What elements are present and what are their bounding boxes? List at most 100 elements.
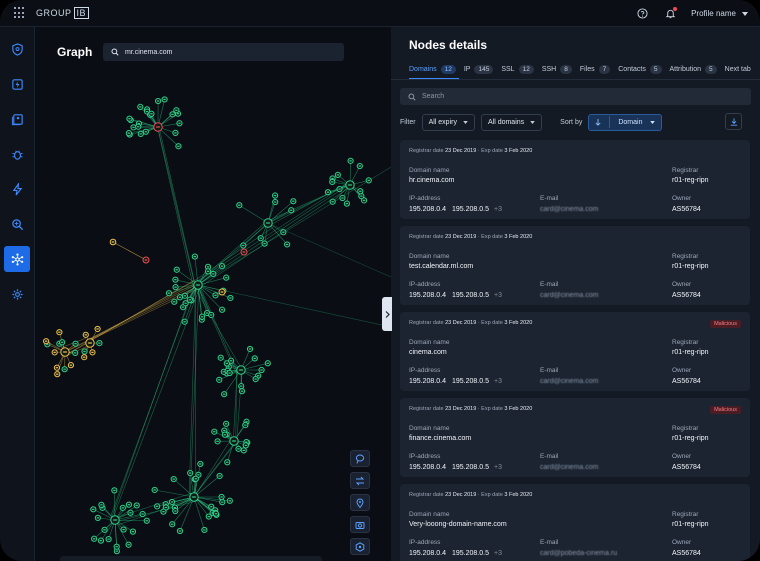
graph-node[interactable] bbox=[176, 120, 183, 127]
graph-node[interactable] bbox=[51, 349, 58, 356]
graph-node[interactable] bbox=[105, 536, 112, 543]
ip-address-2[interactable]: 195.208.0.5 bbox=[452, 378, 489, 385]
graph-node[interactable] bbox=[218, 263, 226, 270]
ip-more-count[interactable]: +3 bbox=[494, 378, 502, 385]
graph-node[interactable] bbox=[59, 339, 66, 346]
graph-node[interactable] bbox=[197, 460, 204, 468]
ip-address-1[interactable]: 195.208.0.4 bbox=[409, 550, 446, 557]
location-tool-button[interactable] bbox=[350, 494, 370, 511]
graph-node[interactable] bbox=[143, 517, 150, 524]
graph-node[interactable] bbox=[125, 501, 133, 508]
graph-node[interactable] bbox=[168, 498, 176, 506]
tab-domains[interactable]: Domains 12 bbox=[409, 62, 456, 76]
graph-node[interactable] bbox=[218, 306, 226, 313]
profile-menu[interactable]: Profile name bbox=[691, 9, 748, 18]
graph-node[interactable] bbox=[272, 198, 279, 206]
graph-node[interactable] bbox=[161, 96, 168, 103]
graph-node[interactable] bbox=[240, 447, 247, 454]
graph-node[interactable] bbox=[226, 369, 233, 377]
graph-node[interactable] bbox=[246, 345, 254, 353]
tab-ip[interactable]: IP 145 bbox=[464, 62, 494, 76]
graph-node[interactable] bbox=[201, 526, 208, 534]
graph-node[interactable] bbox=[90, 506, 97, 513]
graph-node[interactable] bbox=[172, 276, 179, 283]
expiry-filter-dropdown[interactable]: All expiry bbox=[421, 113, 475, 131]
tab-contacts[interactable]: Contacts 5 bbox=[618, 62, 662, 76]
graph-node[interactable] bbox=[251, 355, 258, 362]
graph-node[interactable] bbox=[193, 280, 203, 290]
graph-node[interactable] bbox=[133, 502, 140, 509]
bell-icon[interactable] bbox=[663, 6, 678, 21]
ip-more-count[interactable]: +3 bbox=[494, 550, 502, 557]
graph-node[interactable] bbox=[191, 253, 198, 260]
graph-node[interactable] bbox=[109, 238, 117, 246]
graph-node[interactable] bbox=[94, 325, 101, 333]
graph-node[interactable] bbox=[217, 354, 224, 361]
domain-name-value[interactable]: test.calendar.ml.com bbox=[409, 263, 473, 270]
help-icon[interactable] bbox=[635, 7, 649, 21]
graph-node[interactable] bbox=[358, 193, 365, 200]
sidebar-reports[interactable] bbox=[4, 106, 30, 132]
ip-address-1[interactable]: 195.208.0.4 bbox=[409, 292, 446, 299]
graph-node[interactable] bbox=[96, 340, 103, 347]
graph-node[interactable] bbox=[216, 472, 223, 480]
graph-node[interactable] bbox=[329, 178, 336, 186]
graph-node[interactable] bbox=[226, 497, 233, 504]
ip-address-1[interactable]: 195.208.0.4 bbox=[409, 464, 446, 471]
ip-address-2[interactable]: 195.208.0.5 bbox=[452, 550, 489, 557]
graph-node[interactable] bbox=[43, 338, 50, 345]
graph-node[interactable] bbox=[204, 268, 212, 275]
graph-node[interactable] bbox=[214, 438, 221, 445]
graph-node[interactable] bbox=[142, 256, 150, 264]
graph-node[interactable] bbox=[125, 130, 133, 137]
graph-node[interactable] bbox=[54, 371, 61, 378]
graph-node[interactable] bbox=[221, 391, 228, 398]
graph-node[interactable] bbox=[252, 375, 259, 383]
graph-node[interactable] bbox=[339, 194, 346, 202]
graph-node[interactable] bbox=[155, 97, 162, 105]
ip-more-count[interactable]: +3 bbox=[494, 206, 502, 213]
graph-node[interactable] bbox=[60, 347, 70, 357]
graph-node[interactable] bbox=[208, 311, 215, 319]
graph-node[interactable] bbox=[227, 294, 234, 302]
graph-node[interactable] bbox=[236, 202, 243, 209]
graph-node[interactable] bbox=[172, 284, 179, 291]
domains-filter-dropdown[interactable]: All domains bbox=[480, 113, 543, 131]
ip-more-count[interactable]: +3 bbox=[494, 292, 502, 299]
graph-node[interactable] bbox=[175, 143, 182, 150]
domain-name-value[interactable]: cinema.com bbox=[409, 349, 447, 356]
download-button[interactable] bbox=[725, 113, 742, 130]
ip-address-2[interactable]: 195.208.0.5 bbox=[452, 464, 489, 471]
sidebar-graph[interactable] bbox=[4, 246, 30, 272]
graph-node[interactable] bbox=[238, 383, 245, 390]
graph-node[interactable] bbox=[210, 270, 217, 278]
graph-node[interactable] bbox=[218, 493, 225, 501]
graph-node[interactable] bbox=[151, 486, 158, 494]
graph-node[interactable] bbox=[120, 526, 127, 533]
graph-node[interactable] bbox=[235, 445, 242, 452]
graph-node[interactable] bbox=[228, 357, 235, 364]
tab-files[interactable]: Files 7 bbox=[580, 62, 611, 76]
graph-node[interactable] bbox=[345, 180, 355, 190]
graph-node[interactable] bbox=[129, 528, 137, 535]
graph-node[interactable] bbox=[160, 508, 167, 515]
graph-node[interactable] bbox=[94, 514, 101, 521]
graph-node[interactable] bbox=[192, 475, 199, 482]
graph-node[interactable] bbox=[89, 349, 96, 356]
graph-node[interactable] bbox=[173, 107, 180, 114]
graph-node[interactable] bbox=[218, 288, 226, 296]
graph-node[interactable] bbox=[284, 241, 291, 248]
domain-name-value[interactable]: hr.cinema.com bbox=[409, 177, 455, 184]
sidebar-threats[interactable] bbox=[4, 176, 30, 202]
sidebar-malware[interactable] bbox=[4, 141, 30, 167]
graph-node[interactable] bbox=[176, 527, 184, 535]
graph-node[interactable] bbox=[81, 354, 88, 361]
tab-ssh[interactable]: SSH 8 bbox=[542, 62, 572, 76]
graph-node[interactable] bbox=[72, 349, 79, 357]
graph-node[interactable] bbox=[56, 329, 63, 336]
graph-node[interactable] bbox=[343, 200, 350, 207]
graph-node[interactable] bbox=[236, 365, 246, 375]
graph-node[interactable] bbox=[181, 318, 188, 325]
ip-address-2[interactable]: 195.208.0.5 bbox=[452, 206, 489, 213]
graph-node[interactable] bbox=[288, 207, 295, 214]
